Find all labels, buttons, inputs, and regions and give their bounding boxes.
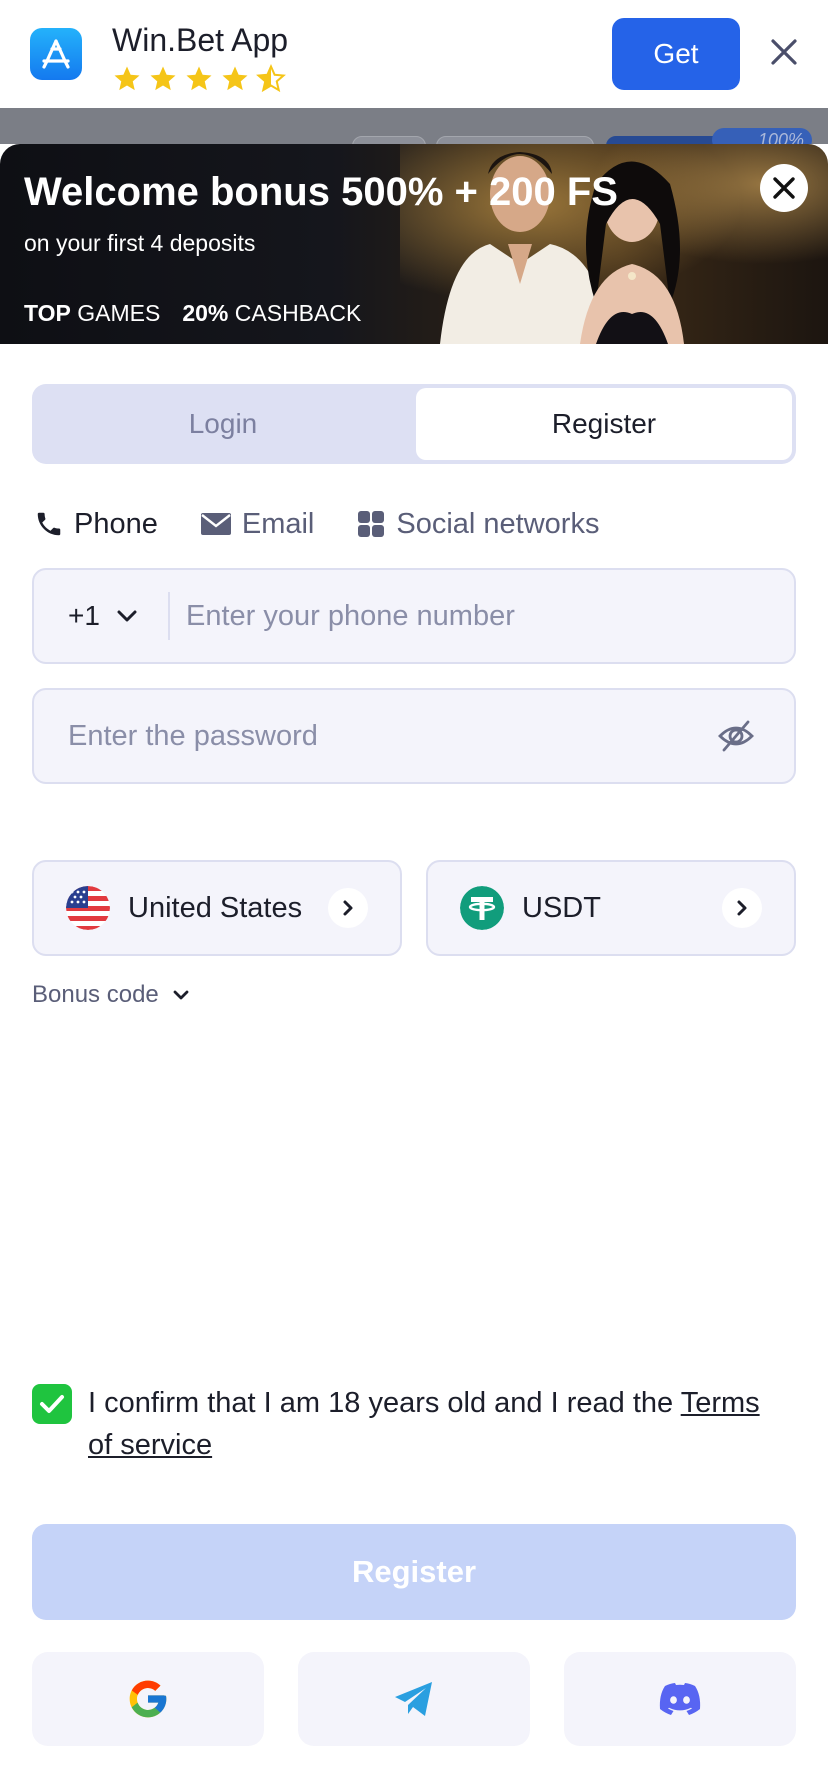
- method-phone[interactable]: Phone: [34, 508, 158, 541]
- password-input[interactable]: Enter the password: [68, 690, 318, 782]
- app-store-icon: [30, 28, 82, 80]
- country-label: United States: [128, 891, 303, 924]
- google-icon: [129, 1680, 167, 1718]
- country-code-value: +1: [68, 600, 100, 631]
- tab-register[interactable]: Register: [416, 388, 792, 460]
- telegram-icon: [395, 1682, 432, 1716]
- registration-methods: Phone Email Social networks: [34, 500, 641, 548]
- tether-icon: [460, 886, 504, 930]
- age-confirm-text: I confirm that I am 18 years old and I r…: [88, 1387, 760, 1461]
- phone-field[interactable]: +1 Enter your phone number: [32, 568, 796, 664]
- method-social-label: Social networks: [396, 507, 600, 540]
- chevron-down-icon: [173, 990, 189, 1000]
- promo-tag-top-games: TOP GAMES: [24, 300, 161, 326]
- star-icon: [186, 66, 212, 91]
- close-banner-icon[interactable]: [766, 34, 802, 70]
- checkmark-icon: [40, 1395, 64, 1413]
- google-login-button[interactable]: [32, 1652, 264, 1746]
- method-email[interactable]: Email: [200, 507, 315, 541]
- field-divider: [168, 592, 170, 640]
- phone-input[interactable]: Enter your phone number: [186, 570, 515, 662]
- us-flag-icon: [66, 886, 110, 930]
- tab-login[interactable]: Login: [32, 384, 414, 464]
- chevron-down-icon: [117, 610, 137, 622]
- password-field[interactable]: Enter the password: [32, 688, 796, 784]
- percent-badge: 100%: [712, 128, 812, 144]
- discord-login-button[interactable]: [564, 1652, 796, 1746]
- app-name: Win.Bet App: [112, 22, 289, 58]
- chevron-right-icon: [722, 888, 762, 928]
- currency-label: USDT: [522, 891, 601, 924]
- mail-icon: [200, 513, 231, 535]
- rating-stars: [112, 64, 286, 94]
- bonus-code-label: Bonus code: [32, 981, 159, 1008]
- half-star-icon: [256, 64, 286, 93]
- promo-title: Welcome bonus 500% + 200 FS: [24, 170, 618, 214]
- get-app-button[interactable]: Get: [612, 18, 740, 90]
- app-download-banner: Win.Bet App Get: [0, 0, 828, 108]
- country-code-select[interactable]: +1: [68, 570, 138, 662]
- promo-tag-cashback: 20% CASHBACK: [182, 300, 362, 326]
- close-promo-icon[interactable]: [760, 164, 808, 212]
- telegram-login-button[interactable]: [298, 1652, 530, 1746]
- bonus-code-toggle[interactable]: Bonus code: [32, 978, 189, 1012]
- auth-tabs: Login Register: [32, 384, 796, 464]
- currency-selector[interactable]: USDT: [426, 860, 796, 956]
- star-icon: [222, 66, 248, 91]
- country-selector[interactable]: United States: [32, 860, 402, 956]
- age-confirm-checkbox[interactable]: [32, 1384, 72, 1424]
- grid-icon: [358, 511, 385, 537]
- phone-icon: [37, 512, 61, 536]
- method-phone-label: Phone: [74, 507, 158, 540]
- method-email-label: Email: [241, 507, 315, 540]
- register-button[interactable]: Register: [32, 1524, 796, 1620]
- chevron-right-icon: [328, 888, 368, 928]
- discord-icon: [659, 1683, 701, 1715]
- eye-off-icon[interactable]: [716, 718, 756, 754]
- promo-tags: TOP GAMES 20% CASHBACK: [24, 300, 361, 327]
- dimmed-background: 100%: [0, 108, 828, 144]
- welcome-bonus-banner: Welcome bonus 500% + 200 FS on your firs…: [0, 144, 828, 344]
- method-social[interactable]: Social networks: [356, 508, 599, 541]
- promo-subtitle: on your first 4 deposits: [24, 230, 256, 256]
- star-icon: [114, 66, 140, 91]
- star-icon: [150, 66, 176, 91]
